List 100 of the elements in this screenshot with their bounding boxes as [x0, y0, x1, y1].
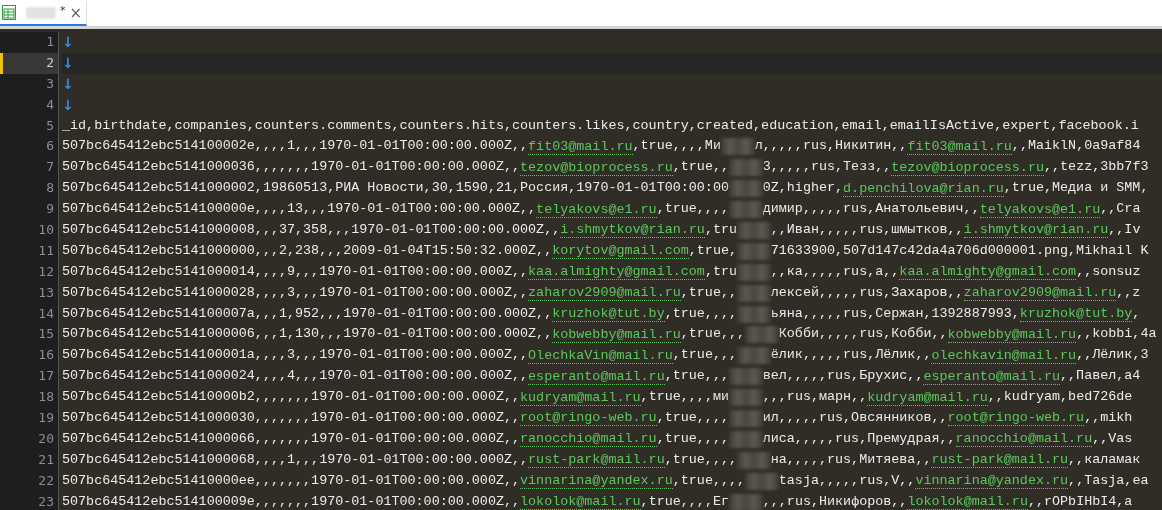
file-tab[interactable]: * ×: [0, 1, 88, 26]
email-link[interactable]: esperanto@mail.ru: [528, 368, 665, 385]
email-link[interactable]: i.shmytkov@rian.ru: [560, 222, 705, 239]
code-text: 507bc645412ebc51410000b2,,,,,,,1970-01-01T00:00:00.000Z,,: [62, 388, 521, 407]
code-text: 507bc645412ebc5141000068,,,,1,,,1970-01-01T00:00:00.000Z,,: [62, 450, 529, 469]
code-text: ,true,,,,Ег: [640, 492, 729, 510]
line-number: 14: [37, 304, 55, 323]
code-text: 507bc645412ebc5141000066,,,,,,,1970-01-01T00:00:00.000Z,,: [62, 429, 521, 448]
code-text: ,true,,,,: [656, 200, 729, 219]
code-text: ьяна,,,,,rus,Сержан,1392887993,: [770, 304, 1020, 323]
blurred-text: [745, 472, 779, 490]
blurred-text: [737, 263, 771, 281]
email-link[interactable]: ranocchio@mail.ru: [955, 431, 1093, 448]
email-link[interactable]: fit03@mail.ru: [907, 138, 1012, 155]
email-link[interactable]: kruzhok@tut.by: [1019, 306, 1133, 322]
close-button[interactable]: ×: [69, 3, 83, 22]
email-link[interactable]: telyakovs@e1.ru: [536, 201, 657, 218]
email-link[interactable]: i.shmytkov@rian.ru: [963, 222, 1109, 239]
email-link[interactable]: rust-park@mail.ru: [528, 452, 665, 469]
code-text: ,,Иван,,,,,rus,шмытков,,: [770, 221, 964, 239]
code-text: ,,Tasja,ea: [1068, 471, 1149, 490]
line-number: 8: [45, 179, 55, 198]
email-link[interactable]: kruzhok@tut.by: [552, 306, 665, 322]
email-link[interactable]: kaa.almighty@gmail.com: [528, 264, 705, 281]
code-text: 507bc645412ebc5141000002,19860513,РИА Новости,30,1590,21,Россия,1970-01-01T00:00:00: [62, 179, 729, 198]
code-text: на,,,,,rus,Митяева,,: [770, 450, 932, 469]
line-number: 3: [45, 74, 55, 93]
line-number: 16: [37, 346, 55, 365]
email-link[interactable]: OlechkaVin@mail.ru: [528, 347, 673, 364]
email-link[interactable]: root@ringo-web.ru: [947, 410, 1085, 427]
blurred-text: [729, 409, 763, 427]
email-link[interactable]: kudryam@mail.ru: [867, 389, 988, 406]
email-link[interactable]: vinnarina@yandex.ru: [520, 473, 673, 490]
email-link[interactable]: ranocchio@mail.ru: [520, 431, 657, 448]
email-link[interactable]: vinnarina@yandex.ru: [915, 473, 1069, 490]
code-text: ,,kobbi,4a: [1076, 325, 1157, 344]
blurred-text: [737, 284, 771, 302]
code-text: tasja,,,,,rus,V,,: [778, 471, 916, 490]
email-link[interactable]: esperanto@mail.ru: [923, 368, 1061, 385]
code-text: ,,Vas: [1092, 429, 1133, 448]
code-text: 507bc645412ebc5141000036,,,,,,,1970-01-01T00:00:00.000Z,,: [62, 158, 521, 177]
blurred-text: [728, 180, 763, 198]
code-text: л,,,,,rus,Никитин,,: [754, 137, 908, 156]
modified-mark: *: [60, 4, 66, 17]
email-link[interactable]: fit03@mail.ru: [528, 138, 633, 155]
blurred-text: [745, 326, 779, 344]
line-number: 20: [37, 429, 55, 448]
email-link[interactable]: zaharov2909@mail.ru: [963, 285, 1117, 302]
code-text: ,,Павел,а4: [1060, 367, 1141, 386]
email-link[interactable]: olechkavin@mail.ru: [931, 347, 1077, 364]
line-end-marker: ↓: [62, 95, 74, 115]
code-text: 507bc645412ebc514100009e,,,,,,,1970-01-01T00:00:00.000Z,,: [62, 492, 521, 510]
line-number: 22: [37, 471, 55, 490]
code-text: 507bc645412ebc514100002e,,,,1,,,1970-01-01T00:00:00.000Z,,: [62, 137, 529, 156]
email-link[interactable]: korytov@gmail.com: [552, 243, 689, 260]
code-text: ,,,rus,Никифоров,,: [762, 492, 908, 510]
email-link[interactable]: root@ringo-web.ru: [520, 410, 657, 427]
code-text: 71633900,507d147c42da4a706d000001.png,Mikhail K: [770, 241, 1149, 260]
code-text: ,true,,,,ми: [640, 388, 729, 407]
line-number: 19: [37, 409, 55, 428]
email-link[interactable]: d.penchilova@rian.ru: [843, 180, 1004, 197]
blurred-text: [737, 451, 771, 469]
code-text: ,true,,,,Ми: [632, 137, 721, 156]
code-text: 507bc645412ebc5141000006,,,1,130,,,1970-01-01T00:00:00.000Z,,: [62, 325, 553, 344]
email-link[interactable]: kaa.almighty@gmail.com: [899, 264, 1077, 281]
email-link[interactable]: tezov@bioprocess.ru: [520, 159, 673, 176]
line-number: 10: [37, 221, 55, 239]
email-link[interactable]: telyakovs@e1.ru: [979, 201, 1101, 218]
email-link[interactable]: lokolok@mail.ru: [907, 494, 1028, 510]
email-link[interactable]: tezov@bioprocess.ru: [891, 159, 1044, 176]
code-text: ,true,,,,: [656, 409, 729, 428]
blurred-text: [729, 159, 763, 177]
code-text: ,tru: [704, 262, 738, 281]
code-text: ,true,,,: [672, 346, 738, 365]
code-text: 507bc645412ebc5141000030,,,,,,,1970-01-01T00:00:00.000Z,,: [62, 409, 521, 428]
line-end-marker: ↓: [62, 53, 74, 73]
code-text: ,true,,,,: [672, 471, 746, 490]
email-link[interactable]: kudryam@mail.ru: [520, 389, 641, 406]
blurred-text: [729, 201, 763, 219]
email-link[interactable]: lokolok@mail.ru: [520, 494, 641, 510]
email-link[interactable]: kobwebby@mail.ru: [552, 326, 681, 343]
line-number: 13: [37, 283, 55, 302]
code-text: 507bc645412ebc5141000024,,,,4,,,1970-01-01T00:00:00.000Z,,: [62, 367, 529, 386]
code-text: ил,,,,,rus,Овсянников,,: [762, 409, 948, 428]
code-text: ,true,,,,: [664, 450, 737, 469]
code-text: _id,birthdate,companies,counters.comments,counters.hits,counters.likes,country,created,education,email,emailIsActive,expert,facebook.i: [62, 116, 1139, 135]
line-number: 21: [37, 450, 55, 469]
email-link[interactable]: rust-park@mail.ru: [931, 452, 1069, 469]
line-number: 4: [45, 95, 55, 114]
email-link[interactable]: kobwebby@mail.ru: [947, 326, 1077, 343]
code-text: ,true,: [688, 241, 737, 260]
blurred-text: [729, 430, 763, 448]
email-link[interactable]: zaharov2909@mail.ru: [528, 285, 681, 302]
line-number: 6: [45, 137, 55, 156]
code-text: ,,tezz,3bb7f3: [1044, 158, 1149, 177]
line-number: 1: [45, 33, 55, 51]
code-text: 507bc645412ebc5141000008,,,37,358,,,1970-01-01T00:00:00.000Z,,: [62, 221, 561, 239]
blurred-text: [737, 221, 771, 239]
blurred-text: [729, 389, 763, 407]
line-end-marker: ↓: [62, 33, 74, 52]
